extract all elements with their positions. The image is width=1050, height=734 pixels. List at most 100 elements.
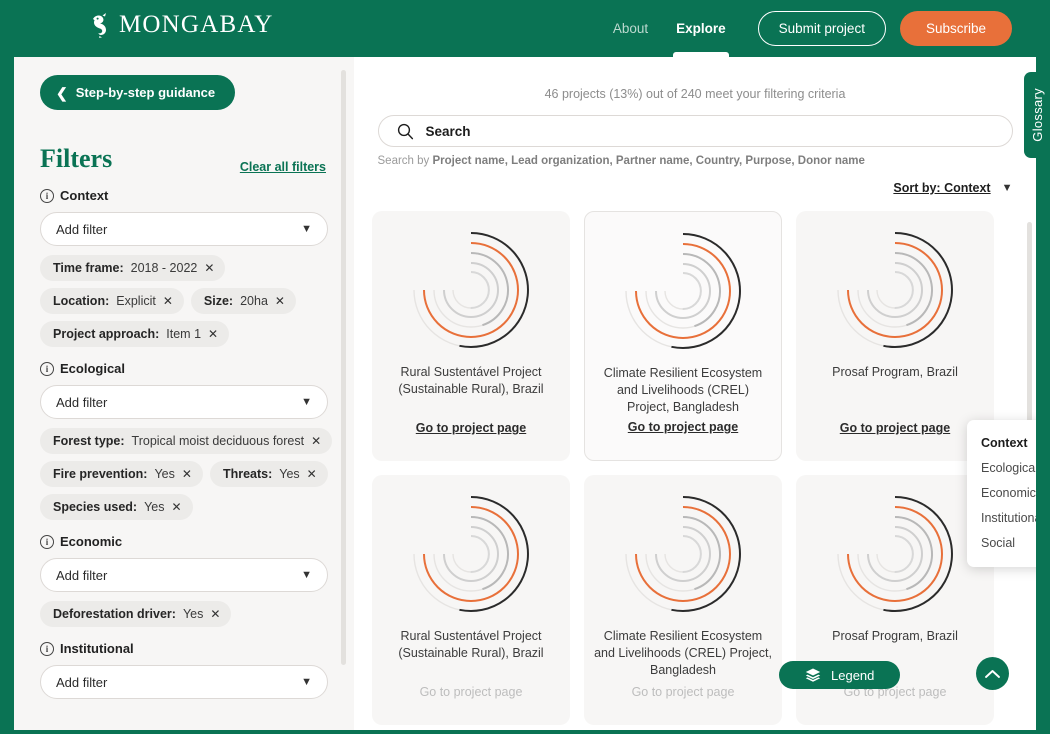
- card-chart[interactable]: [616, 224, 750, 363]
- project-score-radial-chart: [413, 232, 529, 348]
- ring-value-ecological: [635, 243, 731, 339]
- filter-chip[interactable]: Project approach: Item 1 ✕: [40, 321, 230, 347]
- add-filter-select-institutional[interactable]: Add filter ▼: [40, 665, 328, 699]
- clear-all-filters-link[interactable]: Clear all filters: [240, 160, 326, 174]
- remove-chip-icon[interactable]: ✕: [204, 261, 214, 275]
- gecko-logo-icon: [93, 13, 106, 38]
- filter-chip[interactable]: Location: Explicit ✕: [40, 288, 184, 314]
- logo-wordmark: MONGABAY: [119, 11, 274, 38]
- filter-chip[interactable]: Threats: Yes ✕: [209, 461, 328, 487]
- card-chart[interactable]: [616, 487, 750, 626]
- project-title: Climate Resilient Ecosystem and Liveliho…: [594, 629, 772, 677]
- card-chart[interactable]: [404, 487, 538, 626]
- project-cards-container: Rural Sustentável Project (Sustainable R…: [354, 211, 1036, 730]
- sort-by-dropdown[interactable]: Sort by: Context ▼: [893, 181, 1012, 195]
- scroll-to-top-button[interactable]: [976, 657, 1009, 690]
- remove-chip-icon[interactable]: ✕: [182, 467, 192, 481]
- add-filter-label: Add filter: [56, 394, 108, 410]
- remove-chip-icon[interactable]: ✕: [171, 500, 181, 514]
- info-icon[interactable]: i: [40, 361, 54, 376]
- remove-chip-icon[interactable]: ✕: [210, 607, 220, 621]
- mongabay-logo[interactable]: MONGABAY: [90, 12, 274, 38]
- filters-sidebar-content: ❮ Step-by-step guidance Filters Clear al…: [14, 57, 354, 699]
- nav-item-about[interactable]: About: [599, 0, 662, 57]
- project-title: Prosaf Program, Brazil: [832, 365, 958, 379]
- search-hint-prefix: Search by: [377, 155, 433, 167]
- go-to-project-page-link[interactable]: Go to project page: [585, 420, 781, 434]
- info-icon[interactable]: i: [40, 188, 54, 203]
- ring-value-social: [682, 535, 702, 574]
- project-card[interactable]: Prosaf Program, Brazil Go to project page: [796, 211, 994, 461]
- go-to-project-page-link[interactable]: Go to project page: [372, 421, 570, 435]
- remove-chip-icon[interactable]: ✕: [208, 327, 218, 341]
- remove-chip-icon[interactable]: ✕: [307, 467, 317, 481]
- go-to-project-page-link[interactable]: Go to project page: [796, 421, 994, 435]
- filter-group-institutional: i Institutional Add filter ▼: [40, 641, 328, 699]
- project-score-radial-chart: [413, 496, 529, 612]
- group-label-text: Ecological: [60, 361, 126, 376]
- nav-item-explore-label: Explore: [676, 21, 726, 36]
- card-chart[interactable]: [828, 223, 962, 362]
- ring-value-ecological: [423, 242, 519, 338]
- filter-chips-ecological: Forest type: Tropical moist deciduous for…: [40, 428, 333, 520]
- filter-group-ecological: i Ecological Add filter ▼ Forest type: Tr…: [40, 361, 333, 520]
- legend-label: Legend: [831, 667, 875, 683]
- ring-value-ecological: [423, 506, 519, 602]
- legend-button[interactable]: Legend: [779, 661, 901, 689]
- guidance-label: Step-by-step guidance: [75, 85, 216, 100]
- project-score-radial-chart: [625, 233, 741, 349]
- add-filter-select-economic[interactable]: Add filter ▼: [40, 558, 328, 592]
- filter-chip[interactable]: Fire prevention: Yes ✕: [40, 461, 203, 487]
- nav-item-about-label: About: [612, 21, 649, 36]
- card-chart[interactable]: [828, 487, 962, 626]
- remove-chip-icon[interactable]: ✕: [311, 434, 321, 448]
- filter-chip[interactable]: Deforestation driver: Yes ✕: [40, 601, 232, 627]
- chevron-down-icon: ▼: [301, 569, 312, 581]
- project-card[interactable]: Rural Sustentável Project (Sustainable R…: [372, 211, 570, 461]
- info-icon[interactable]: i: [40, 534, 54, 549]
- remove-chip-icon[interactable]: ✕: [163, 294, 173, 308]
- search-input[interactable]: Search: [377, 115, 1013, 147]
- sidebar-scrollbar[interactable]: [341, 70, 346, 665]
- go-to-project-page-link[interactable]: Go to project page: [584, 685, 782, 699]
- results-count: 46 projects (13%) out of 240 meet your f…: [544, 87, 846, 101]
- remove-chip-icon[interactable]: ✕: [275, 294, 285, 308]
- filter-group-economic-label: i Economic: [40, 534, 328, 549]
- sort-row: Sort by: Context ▼: [378, 181, 1012, 195]
- project-card[interactable]: Rural Sustentável Project (Sustainable R…: [372, 475, 570, 725]
- project-card[interactable]: Climate Resilient Ecosystem and Liveliho…: [584, 211, 782, 461]
- filter-chip[interactable]: Species used: Yes ✕: [40, 494, 193, 520]
- project-score-radial-chart: [837, 232, 953, 348]
- info-icon[interactable]: i: [40, 641, 54, 656]
- group-label-text: Economic: [60, 534, 123, 549]
- ring-value-social: [682, 272, 702, 311]
- filter-chip[interactable]: Forest type: Tropical moist deciduous for…: [40, 428, 333, 454]
- chevron-down-icon: ▼: [1001, 182, 1013, 194]
- card-chart[interactable]: [404, 223, 538, 362]
- chevron-down-icon: ▼: [301, 676, 312, 688]
- ring-value-ecological: [635, 506, 731, 602]
- add-filter-label: Add filter: [56, 674, 108, 690]
- nav-item-explore[interactable]: Explore: [662, 0, 740, 57]
- layers-icon: [805, 668, 821, 682]
- ring-value-social: [894, 271, 914, 310]
- project-title: Prosaf Program, Brazil: [832, 629, 958, 643]
- add-filter-label: Add filter: [56, 567, 108, 583]
- results-panel: 46 projects (13%) out of 240 meet your f…: [354, 57, 1036, 730]
- project-card[interactable]: Climate Resilient Ecosystem and Liveliho…: [584, 475, 782, 725]
- submit-project-button[interactable]: Submit project: [757, 11, 886, 46]
- project-card-grid: Rural Sustentável Project (Sustainable R…: [372, 211, 1018, 725]
- score-tooltip: Context 71 Ecological 100 Economic 60 In…: [967, 420, 1036, 567]
- subscribe-button[interactable]: Subscribe: [899, 11, 1012, 46]
- add-filter-select-context[interactable]: Add filter ▼: [40, 212, 328, 246]
- add-filter-select-ecological[interactable]: Add filter ▼: [40, 385, 328, 419]
- step-by-step-guidance-button[interactable]: ❮ Step-by-step guidance: [40, 75, 236, 110]
- go-to-project-page-link[interactable]: Go to project page: [372, 685, 570, 699]
- filters-sidebar: ❮ Step-by-step guidance Filters Clear al…: [14, 57, 354, 730]
- filters-title: Filters: [40, 144, 113, 173]
- filters-header: Filters Clear all filters: [40, 144, 328, 174]
- filter-chip[interactable]: Size: 20ha ✕: [190, 288, 296, 314]
- filter-chip[interactable]: Time frame: 2018 - 2022 ✕: [40, 255, 226, 281]
- glossary-tab[interactable]: Glossary: [1024, 72, 1050, 158]
- project-title: Climate Resilient Ecosystem and Liveliho…: [603, 366, 763, 414]
